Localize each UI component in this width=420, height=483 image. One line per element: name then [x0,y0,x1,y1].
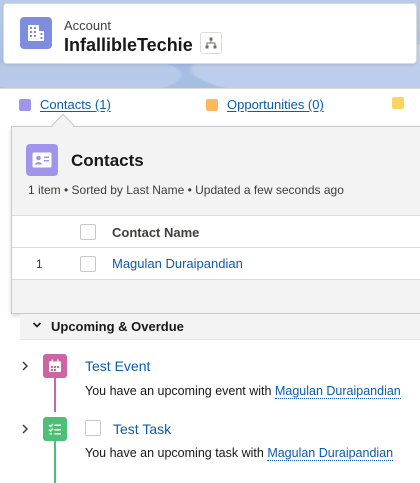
task-complete-checkbox[interactable] [85,420,101,436]
select-all-checkbox[interactable] [80,224,96,240]
record-header: Account InfallibleTechie [3,3,417,64]
row-checkbox[interactable] [80,256,96,272]
record-name: InfallibleTechie [64,35,193,55]
contacts-hover-popover: Contacts 1 item • Sorted by Last Name • … [11,126,420,314]
upcoming-overdue-section-header[interactable]: Upcoming & Overdue [20,314,420,340]
cases-small-icon [392,97,404,109]
object-label: Account [64,18,111,33]
account-icon [20,17,52,49]
task-description-text: You have an upcoming task with [85,446,264,460]
opportunities-quick-link[interactable]: Opportunities (0) [206,97,324,112]
timeline-line-task [54,441,56,483]
timeline-line-event [54,378,56,412]
contact-name-link[interactable]: Magulan Duraipandian [112,256,243,271]
chevron-right-icon[interactable] [20,360,30,372]
event-calendar-icon [43,354,67,378]
popover-title[interactable]: Contacts [71,151,144,171]
task-contact-link[interactable]: Magulan Duraipandian [267,446,394,461]
event-description: You have an upcoming event with Magulan … [85,384,401,399]
task-checklist-icon [43,417,67,441]
contacts-link-label: Contacts (1) [40,97,111,112]
list-meta-info: 1 item • Sorted by Last Name • Updated a… [28,183,344,197]
row-number: 1 [36,257,43,271]
task-title-link[interactable]: Test Task [113,421,171,437]
more-quick-link[interactable] [392,97,413,109]
table-header-row: Contact Name [12,215,420,248]
opportunities-crown-icon [206,98,218,111]
event-description-text: You have an upcoming event with [85,384,272,398]
hierarchy-button[interactable] [200,32,222,54]
contact-card-icon [26,144,58,176]
chevron-down-icon [32,322,42,328]
hierarchy-icon [205,37,217,49]
section-title: Upcoming & Overdue [51,319,184,334]
event-contact-link[interactable]: Magulan Duraipandian [274,384,401,399]
contacts-table: Contact Name 1 Magulan Duraipandian [12,215,420,280]
contacts-quick-link[interactable]: Contacts (1) [19,97,111,112]
table-row: 1 Magulan Duraipandian [12,248,420,280]
contacts-small-icon [19,98,31,111]
task-description: You have an upcoming task with Magulan D… [85,446,394,461]
column-header-contact-name[interactable]: Contact Name [112,225,199,240]
chevron-right-icon[interactable] [20,423,30,435]
event-title-link[interactable]: Test Event [85,358,150,374]
opportunities-link-label: Opportunities (0) [227,97,324,112]
